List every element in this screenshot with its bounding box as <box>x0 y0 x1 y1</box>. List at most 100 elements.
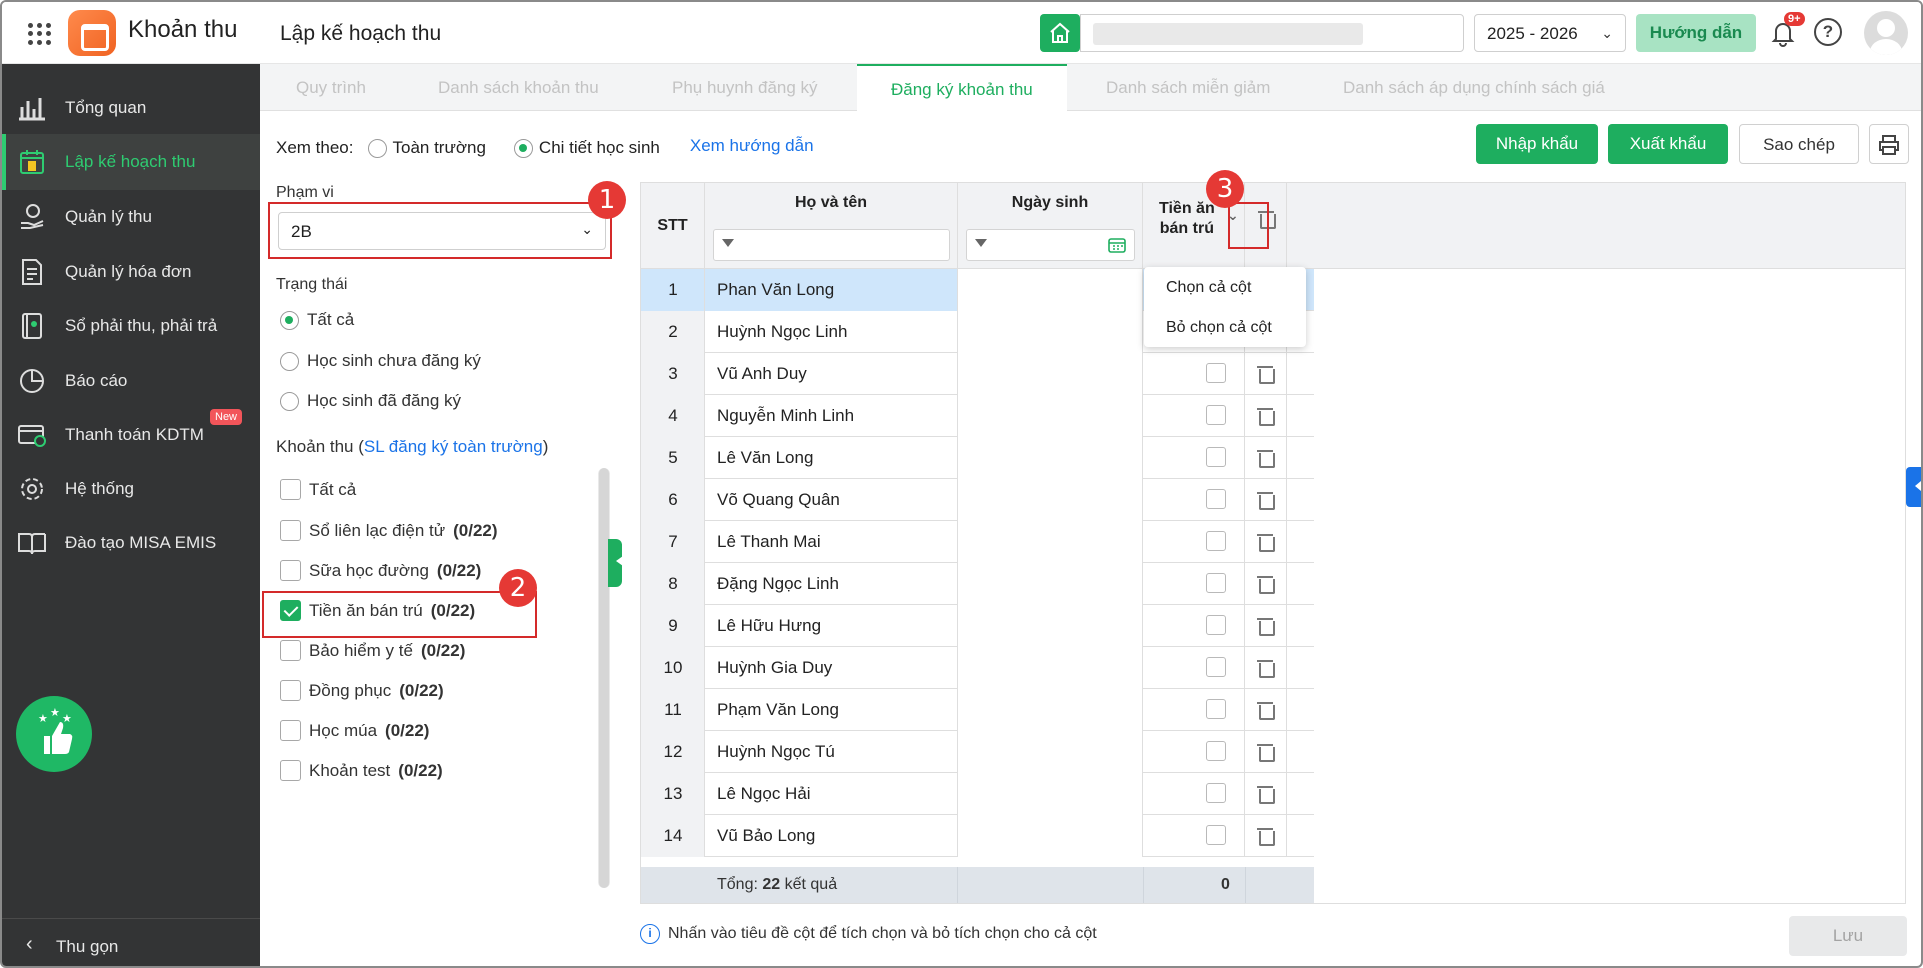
name-filter-input[interactable] <box>713 229 950 261</box>
fee-option[interactable]: Bảo hiểm y tế (0/22) <box>280 640 465 661</box>
trash-icon[interactable] <box>1257 826 1275 846</box>
feedback-thumb-icon[interactable]: ★ ★ ★ <box>16 696 92 772</box>
trash-icon[interactable] <box>1257 658 1275 678</box>
import-button[interactable]: Nhập khẩu <box>1476 124 1598 164</box>
row-delete-cell <box>1245 395 1287 437</box>
sidebar-item-invoices[interactable]: Quản lý hóa đơn <box>2 244 260 300</box>
sidebar-item-training[interactable]: Đào tạo MISA EMIS <box>2 515 260 571</box>
status-option-unregistered[interactable]: Học sinh chưa đăng ký <box>280 351 481 371</box>
status-option-all[interactable]: Tất cả <box>280 310 354 330</box>
table-header: STT Họ và tên Ngày sinh Tiền ăn bán trú ⌄ <box>641 183 1905 269</box>
trash-icon[interactable] <box>1257 616 1275 636</box>
save-button[interactable]: Lưu <box>1789 916 1907 956</box>
footer-suffix: kết quả <box>780 876 838 893</box>
table-row[interactable]: 5 Lê Văn Long <box>641 437 1314 479</box>
sidebar-item-plan[interactable]: Lập kế hoạch thu <box>2 134 260 190</box>
panel-collapse-handle[interactable] <box>608 539 623 587</box>
sidebar-item-reports[interactable]: Báo cáo <box>2 353 260 409</box>
table-row[interactable]: 9 Lê Hữu Hưng <box>641 605 1314 647</box>
row-stt: 1 <box>668 280 678 299</box>
footer-prefix: Tổng: <box>717 876 763 893</box>
school-selector[interactable] <box>1080 14 1464 52</box>
sidebar-item-ledger[interactable]: Sổ phải thu, phải trả <box>2 298 260 354</box>
help-icon[interactable]: ? <box>1814 18 1842 46</box>
table-row[interactable]: 8 Đặng Ngọc Linh <box>641 563 1314 605</box>
fee-option[interactable]: Đồng phục (0/22) <box>280 680 444 701</box>
fees-count-link[interactable]: SL đăng ký toàn trường <box>364 437 543 456</box>
menu-select-all[interactable]: Chọn cả cột <box>1166 279 1251 297</box>
footer-fee-total: 0 <box>1221 876 1230 893</box>
sidebar: Tổng quan Lập kế hoạch thu Quản lý thu Q… <box>2 64 260 966</box>
school-year-select[interactable]: 2025 - 2026 ⌄ <box>1474 14 1626 52</box>
table-row[interactable]: 14 Vũ Bảo Long <box>641 815 1314 857</box>
trash-icon[interactable] <box>1257 364 1275 384</box>
row-fee-cell <box>1143 479 1245 521</box>
trash-icon[interactable] <box>1257 448 1275 468</box>
status-option-label: Học sinh chưa đăng ký <box>307 351 481 370</box>
sidebar-item-label: Báo cáo <box>65 371 128 390</box>
tab-fee-registration[interactable]: Đăng ký khoản thu <box>857 64 1067 111</box>
tab-exemption-list[interactable]: Danh sách miễn giảm <box>1106 78 1270 98</box>
filter-icon <box>975 239 987 253</box>
guide-button[interactable]: Hướng dẫn <box>1636 14 1756 52</box>
fee-name: Học múa <box>309 720 378 740</box>
table-row[interactable]: 7 Lê Thanh Mai <box>641 521 1314 563</box>
tab-process[interactable]: Quy trình <box>296 78 366 98</box>
table-row[interactable]: 13 Lê Ngọc Hải <box>641 773 1314 815</box>
guide-link[interactable]: Xem hướng dẫn <box>690 136 814 156</box>
fee-option[interactable]: Sổ liên lạc điện tử (0/22) <box>280 520 498 541</box>
trash-icon[interactable] <box>1257 490 1275 510</box>
fee-option-all[interactable]: Tất cả <box>280 479 356 500</box>
chevron-down-icon: ⌄ <box>1601 25 1613 41</box>
dob-filter-input[interactable] <box>966 229 1135 261</box>
status-option-registered[interactable]: Học sinh đã đăng ký <box>280 391 461 411</box>
print-icon[interactable] <box>1869 124 1909 164</box>
fee-option[interactable]: Khoản test (0/22) <box>280 760 443 781</box>
sidebar-item-collect[interactable]: Quản lý thu <box>2 189 260 245</box>
fee-option[interactable]: Sữa học đường (0/22) <box>280 560 481 581</box>
tab-fee-list[interactable]: Danh sách khoản thu <box>438 78 599 98</box>
trash-icon[interactable] <box>1257 406 1275 426</box>
row-name: Lê Hữu Hưng <box>717 616 822 635</box>
row-delete-cell <box>1245 731 1287 773</box>
school-home-icon[interactable] <box>1040 14 1080 52</box>
copy-button[interactable]: Sao chép <box>1739 124 1859 164</box>
menu-deselect-all[interactable]: Bỏ chọn cả cột <box>1166 319 1272 337</box>
tab-price-policy[interactable]: Danh sách áp dụng chính sách giá <box>1343 78 1605 98</box>
table-row[interactable]: 3 Vũ Anh Duy <box>641 353 1314 395</box>
row-fee-cell <box>1143 773 1245 815</box>
trash-icon[interactable] <box>1257 574 1275 594</box>
sidebar-item-system[interactable]: Hệ thống <box>2 461 260 517</box>
row-delete-cell <box>1245 437 1287 479</box>
trash-icon[interactable] <box>1257 784 1275 804</box>
sidebar-collapse-button[interactable]: ‹ Thu gọn <box>2 918 260 966</box>
checkbox-icon <box>280 479 301 500</box>
fee-option[interactable]: Học múa (0/22) <box>280 720 429 741</box>
status-option-label: Tất cả <box>307 310 355 329</box>
radio-whole-school[interactable] <box>367 138 387 158</box>
expand-panel-tab[interactable] <box>1906 467 1921 507</box>
app-launcher-icon[interactable] <box>26 21 52 47</box>
row-name: Huỳnh Gia Duy <box>717 658 833 677</box>
radio-student-detail[interactable] <box>513 138 533 158</box>
tab-parent-registration[interactable]: Phụ huynh đăng ký <box>672 78 818 98</box>
filter-scrollbar[interactable] <box>598 468 610 888</box>
table-row[interactable]: 6 Võ Quang Quân <box>641 479 1314 521</box>
avatar[interactable] <box>1864 11 1908 55</box>
table-row[interactable]: 11 Phạm Văn Long <box>641 689 1314 731</box>
fee-name: Bảo hiểm y tế <box>309 640 413 660</box>
trash-icon[interactable] <box>1257 532 1275 552</box>
table-row[interactable]: 10 Huỳnh Gia Duy <box>641 647 1314 689</box>
table-row[interactable]: 12 Huỳnh Ngọc Tú <box>641 731 1314 773</box>
sidebar-item-payment[interactable]: Thanh toán KDTM New <box>2 407 260 463</box>
table-row[interactable]: 4 Nguyễn Minh Linh <box>641 395 1314 437</box>
row-fee-cell <box>1143 395 1245 437</box>
sidebar-item-overview[interactable]: Tổng quan <box>2 80 260 136</box>
trash-icon[interactable] <box>1257 742 1275 762</box>
row-name: Lê Thanh Mai <box>717 532 821 551</box>
fees-label-end: ) <box>542 437 549 456</box>
sidebar-item-label: Sổ phải thu, phải trả <box>65 316 218 335</box>
col-name: Họ và tên <box>705 183 958 269</box>
export-button[interactable]: Xuất khẩu <box>1608 124 1728 164</box>
trash-icon[interactable] <box>1257 700 1275 720</box>
